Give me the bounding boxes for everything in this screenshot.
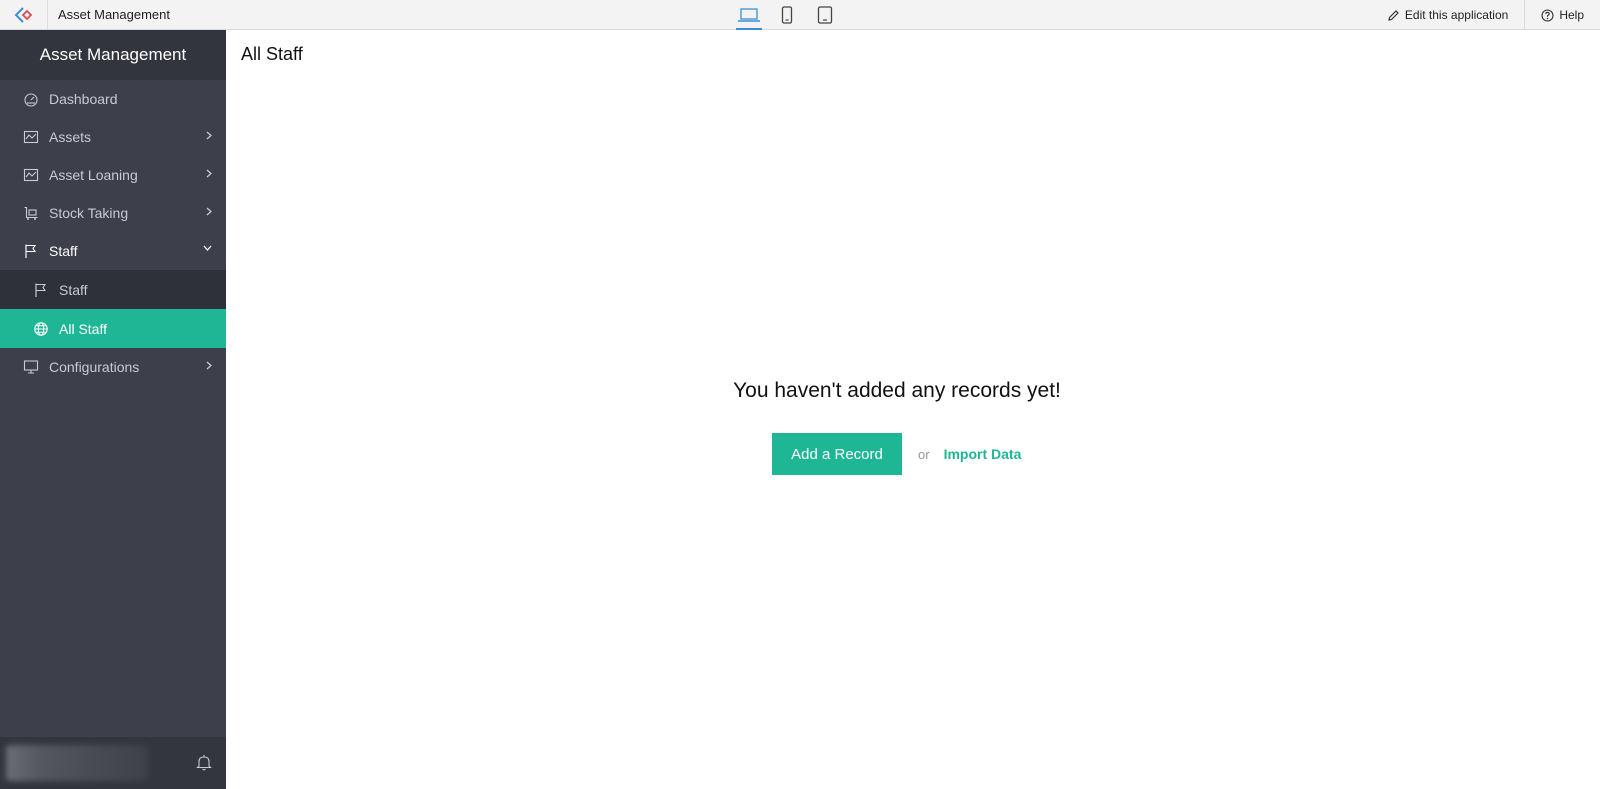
sidebar-item-label: Dashboard	[49, 91, 118, 107]
sidebar-item-assets[interactable]: Assets	[0, 118, 226, 156]
device-preview-switcher	[730, 0, 844, 30]
empty-state-actions: Add a Record or Import Data	[772, 433, 1021, 475]
help-link[interactable]: Help	[1524, 0, 1600, 30]
tablet-preview-button[interactable]	[806, 0, 844, 30]
flag-icon	[33, 282, 49, 298]
sidebar-item-label: Stock Taking	[49, 205, 129, 221]
sidebar-subitem-label: Staff	[59, 281, 88, 298]
monitor-icon	[23, 359, 39, 375]
sidebar-item-label: Configurations	[49, 359, 140, 375]
app-logo[interactable]	[0, 0, 48, 29]
sidebar-title: Asset Management	[0, 30, 226, 80]
chevron-down-icon	[203, 245, 212, 251]
chevron-right-icon	[206, 361, 212, 370]
main-content: All Staff You haven't added any records …	[226, 30, 1600, 789]
chevron-right-icon	[206, 131, 212, 140]
top-bar: Asset Management Edit this application H…	[0, 0, 1600, 30]
sidebar-item-stock-taking[interactable]: Stock Taking	[0, 194, 226, 232]
chart-icon	[23, 129, 39, 145]
or-separator: or	[918, 446, 930, 462]
sidebar-item-label: Assets	[49, 129, 92, 145]
add-record-button[interactable]: Add a Record	[772, 433, 902, 475]
sidebar-item-label: Asset Loaning	[49, 167, 138, 183]
empty-state-message: You haven't added any records yet!	[733, 379, 1061, 402]
user-profile[interactable]	[6, 745, 148, 781]
dashboard-icon	[23, 91, 39, 107]
edit-application-link[interactable]: Edit this application	[1371, 0, 1524, 30]
import-data-link[interactable]: Import Data	[944, 446, 1022, 462]
sidebar-item-asset-loaning[interactable]: Asset Loaning	[0, 156, 226, 194]
pencil-icon	[1388, 9, 1399, 21]
chevron-right-icon	[206, 207, 212, 216]
sidebar-subitem-label: All Staff	[59, 320, 107, 337]
laptop-preview-button[interactable]	[730, 0, 768, 30]
tablet-icon	[817, 6, 833, 24]
sidebar-item-label: Staff	[49, 243, 78, 259]
flag-icon	[23, 243, 39, 259]
sidebar-item-staff[interactable]: Staff	[0, 232, 226, 270]
laptop-icon	[738, 8, 760, 22]
help-label: Help	[1559, 8, 1584, 22]
sidebar-subitem-all-staff[interactable]: All Staff	[0, 309, 226, 348]
edit-application-label: Edit this application	[1404, 8, 1509, 22]
sidebar-subitem-staff[interactable]: Staff	[0, 270, 226, 309]
help-icon	[1541, 8, 1554, 22]
mobile-icon	[781, 6, 793, 24]
chart-icon	[23, 167, 39, 183]
bell-icon[interactable]	[196, 754, 212, 771]
chevron-right-icon	[206, 169, 212, 178]
sidebar-item-configurations[interactable]: Configurations	[0, 348, 226, 386]
globe-icon	[33, 321, 49, 337]
sidebar-footer	[0, 737, 226, 789]
mobile-preview-button[interactable]	[768, 0, 806, 30]
zoho-logo-icon	[14, 6, 32, 23]
sidebar-item-dashboard[interactable]: Dashboard	[0, 80, 226, 118]
cart-icon	[23, 205, 39, 221]
sidebar-nav: Dashboard Assets Asset Loaning Stock Tak…	[0, 80, 226, 386]
page-title: All Staff	[241, 44, 303, 64]
top-right-actions: Edit this application Help	[1371, 0, 1600, 30]
sidebar: Asset Management Dashboard Assets Asset …	[0, 30, 226, 789]
app-name: Asset Management	[58, 7, 171, 22]
